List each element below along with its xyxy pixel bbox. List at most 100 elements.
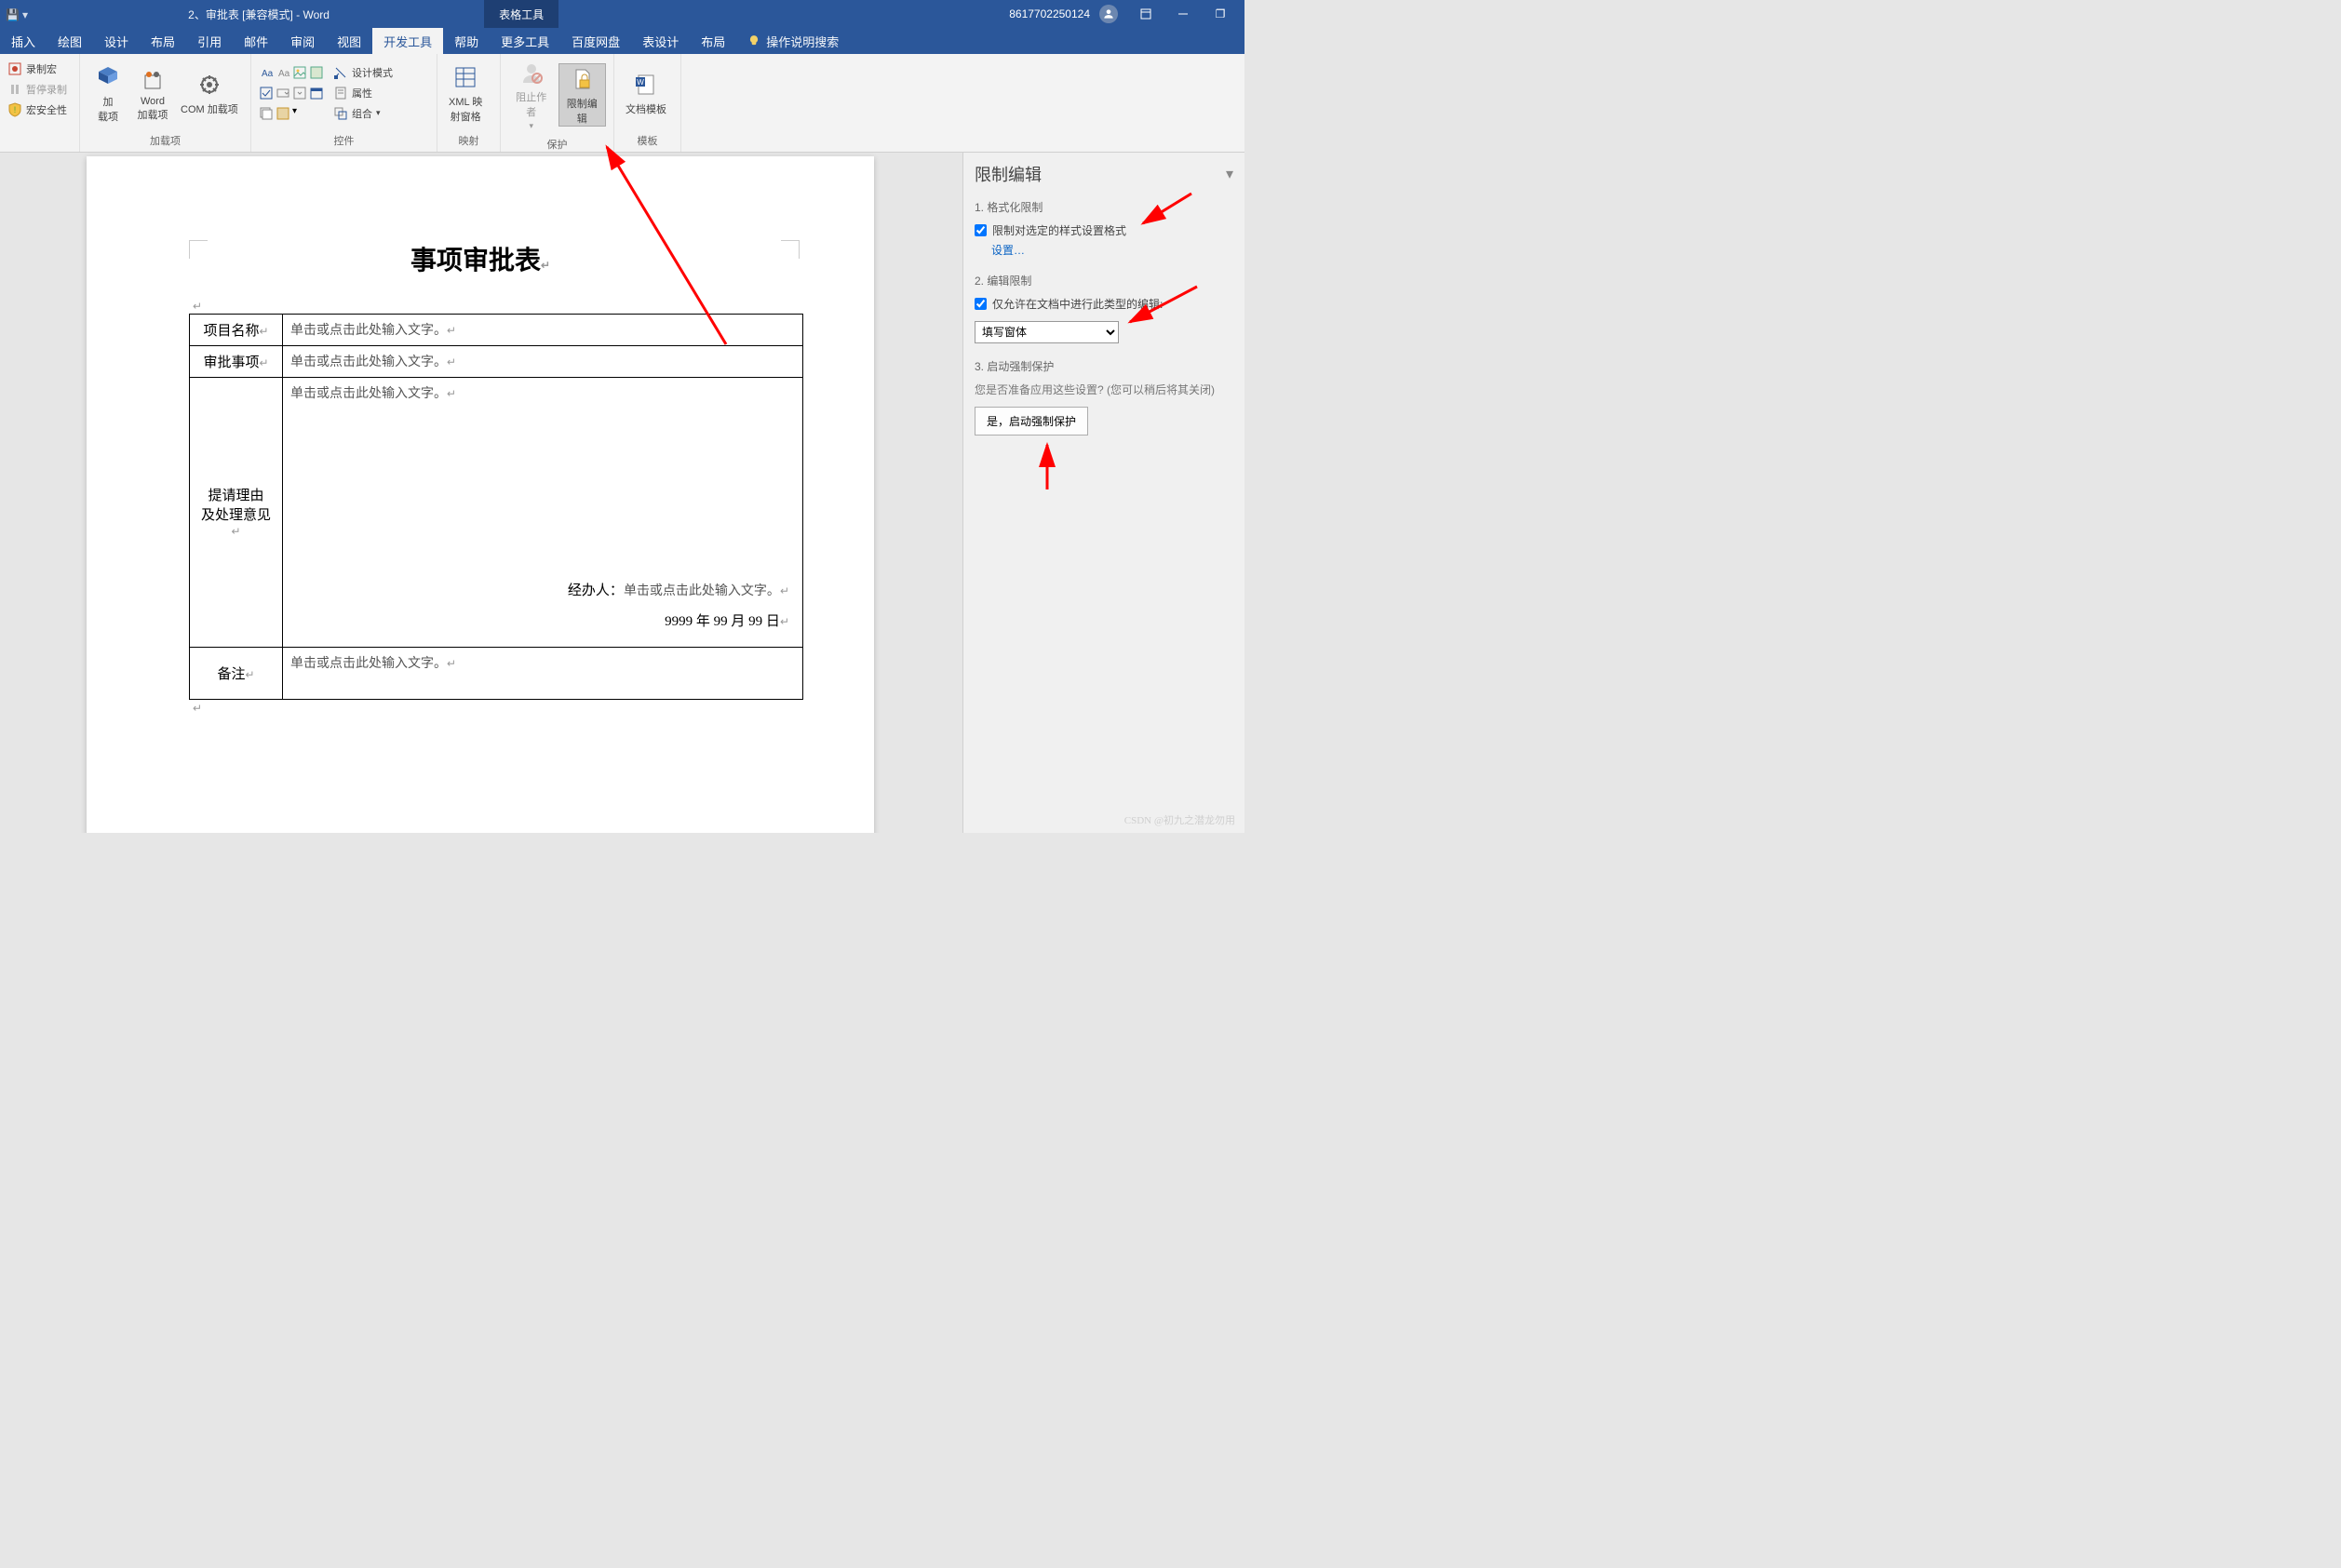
tell-me-search[interactable]: 操作说明搜索 bbox=[736, 28, 839, 54]
restrict-editing-icon bbox=[567, 64, 597, 94]
picture-control-icon[interactable] bbox=[292, 65, 307, 80]
sec1-title: 1. 格式化限制 bbox=[975, 199, 1233, 215]
template-icon: W bbox=[631, 70, 661, 100]
xml-mapping-pane-button[interactable]: XML 映 射窗格 bbox=[445, 62, 486, 124]
document-title: 事项审批表 bbox=[410, 247, 541, 275]
save-icon[interactable]: 💾 bbox=[6, 8, 17, 20]
design-mode-button[interactable]: 设计模式 bbox=[333, 65, 393, 80]
legacy-tools-icon[interactable] bbox=[276, 106, 290, 121]
pause-icon bbox=[7, 82, 22, 97]
properties-button[interactable]: 属性 bbox=[333, 86, 393, 101]
word-addins-button[interactable]: Word 加载项 bbox=[132, 64, 173, 122]
gear-icon bbox=[195, 70, 224, 100]
security-icon: ! bbox=[7, 102, 22, 117]
group-addins-label: 加载项 bbox=[80, 131, 250, 152]
restrict-editing-pane: 限制编辑 ▾ 1. 格式化限制 限制对选定的样式设置格式 设置… 2. 编辑限制… bbox=[962, 153, 1244, 833]
restore-button[interactable]: ❐ bbox=[1202, 0, 1239, 28]
block-authors-button[interactable]: 阻止作者 ▾ bbox=[508, 58, 555, 131]
addin-icon bbox=[93, 62, 123, 92]
row4-label: 备注 bbox=[217, 667, 245, 682]
addins-button[interactable]: 加 载项 bbox=[87, 62, 128, 124]
tab-moretools[interactable]: 更多工具 bbox=[490, 28, 560, 54]
tab-draw[interactable]: 绘图 bbox=[47, 28, 93, 54]
tab-design[interactable]: 设计 bbox=[93, 28, 140, 54]
ribbon-display-button[interactable] bbox=[1127, 0, 1164, 28]
edit-restriction-select[interactable]: 填写窗体 bbox=[975, 321, 1119, 343]
record-macro-button[interactable]: 录制宏 bbox=[7, 61, 57, 76]
avatar-icon[interactable] bbox=[1099, 5, 1118, 23]
tab-developer[interactable]: 开发工具 bbox=[372, 28, 443, 54]
store-icon bbox=[138, 64, 168, 94]
account-name[interactable]: 8617702250124 bbox=[1009, 7, 1090, 20]
tab-mailings[interactable]: 邮件 bbox=[233, 28, 279, 54]
rich-text-control-icon[interactable]: Aa bbox=[259, 65, 274, 80]
sec3-title: 3. 启动强制保护 bbox=[975, 358, 1233, 374]
document-template-button[interactable]: W 文档模板 bbox=[622, 70, 670, 116]
restrict-editing-button[interactable]: 限制编辑 bbox=[558, 63, 607, 127]
format-restriction-checkbox[interactable] bbox=[975, 224, 987, 236]
pause-recording-button[interactable]: 暂停录制 bbox=[7, 82, 67, 97]
tab-view[interactable]: 视图 bbox=[326, 28, 372, 54]
tab-insert[interactable]: 插入 bbox=[0, 28, 47, 54]
document-area[interactable]: 事项审批表↵ ↵ 项目名称↵ 单击或点击此处输入文字。↵ 审批事项↵ 单击或点击… bbox=[0, 153, 961, 833]
tab-references[interactable]: 引用 bbox=[186, 28, 233, 54]
tab-tabledesign[interactable]: 表设计 bbox=[631, 28, 690, 54]
tab-help[interactable]: 帮助 bbox=[443, 28, 490, 54]
start-enforcement-button[interactable]: 是，启动强制保护 bbox=[975, 407, 1088, 436]
tab-review[interactable]: 审阅 bbox=[279, 28, 326, 54]
handler-input[interactable]: 单击或点击此处输入文字。 bbox=[624, 584, 780, 598]
row2-label: 审批事项 bbox=[203, 355, 259, 370]
tab-tablelayout[interactable]: 布局 bbox=[690, 28, 736, 54]
ribbon: 录制宏 暂停录制 ! 宏安全性 . 加 载项 bbox=[0, 54, 1244, 153]
row2-input[interactable]: 单击或点击此处输入文字。 bbox=[290, 355, 447, 369]
date-field[interactable]: 9999 年 99 月 99 日 bbox=[665, 614, 780, 629]
edit-restriction-checkbox[interactable] bbox=[975, 298, 987, 310]
paragraph-mark: ↵ bbox=[193, 702, 202, 715]
record-macro-icon bbox=[7, 61, 22, 76]
qat-dropdown-icon[interactable]: ▾ bbox=[22, 8, 34, 20]
date-control-icon[interactable] bbox=[309, 86, 324, 101]
sec1-settings-link[interactable]: 设置… bbox=[975, 242, 1233, 258]
page: 事项审批表↵ ↵ 项目名称↵ 单击或点击此处输入文字。↵ 审批事项↵ 单击或点击… bbox=[87, 156, 874, 833]
row1-label: 项目名称 bbox=[203, 324, 259, 339]
checkbox-control-icon[interactable] bbox=[259, 86, 274, 101]
menubar: 插入 绘图 设计 布局 引用 邮件 审阅 视图 开发工具 帮助 更多工具 百度网… bbox=[0, 28, 1244, 54]
svg-text:Aa: Aa bbox=[262, 69, 274, 79]
titlebar: 💾 ▾ 2、审批表 [兼容模式] - Word 表格工具 86177022501… bbox=[0, 0, 1244, 28]
sec1-checkbox[interactable]: 限制对选定的样式设置格式 bbox=[975, 222, 1233, 238]
dropdown-control-icon[interactable] bbox=[292, 86, 307, 101]
lightbulb-icon bbox=[747, 34, 760, 47]
row1-input[interactable]: 单击或点击此处输入文字。 bbox=[290, 324, 447, 338]
block-authors-icon bbox=[517, 58, 546, 87]
group-mapping-label: 映射 bbox=[437, 131, 500, 152]
pane-title: 限制编辑 bbox=[975, 162, 1042, 186]
macro-security-button[interactable]: ! 宏安全性 bbox=[7, 102, 67, 117]
group-icon bbox=[333, 106, 348, 121]
repeating-control-icon[interactable] bbox=[259, 106, 274, 121]
plain-text-control-icon[interactable]: Aa bbox=[276, 65, 290, 80]
margin-corner-tr bbox=[781, 240, 800, 259]
design-mode-icon bbox=[333, 65, 348, 80]
handler-label: 经办人： bbox=[568, 583, 624, 598]
margin-corner-tl bbox=[189, 240, 208, 259]
window-title: 2、审批表 [兼容模式] - Word bbox=[34, 7, 484, 22]
contextual-tab-label: 表格工具 bbox=[484, 0, 558, 28]
tab-layout[interactable]: 布局 bbox=[140, 28, 186, 54]
xml-mapping-icon bbox=[451, 62, 480, 92]
row3-label-2: 及处理意见 bbox=[201, 508, 271, 523]
combobox-control-icon[interactable] bbox=[276, 86, 290, 101]
row3-input[interactable]: 单击或点击此处输入文字。 bbox=[290, 387, 447, 401]
tab-baidu[interactable]: 百度网盘 bbox=[560, 28, 631, 54]
minimize-button[interactable] bbox=[1164, 0, 1202, 28]
row4-input[interactable]: 单击或点击此处输入文字。 bbox=[290, 657, 447, 671]
watermark: CSDN @初九之潜龙勿用 bbox=[1124, 812, 1235, 827]
sec2-checkbox[interactable]: 仅允许在文档中进行此类型的编辑: bbox=[975, 296, 1233, 312]
paragraph-mark: ↵ bbox=[193, 300, 202, 313]
group-controls-label: 控件 bbox=[251, 131, 437, 152]
close-pane-icon[interactable]: ▾ bbox=[1226, 165, 1233, 183]
building-block-control-icon[interactable] bbox=[309, 65, 324, 80]
sec3-desc: 您是否准备应用这些设置? (您可以稍后将其关闭) bbox=[975, 382, 1233, 397]
com-addins-button[interactable]: COM 加载项 bbox=[177, 70, 242, 116]
group-button[interactable]: 组合 ▾ bbox=[333, 106, 393, 121]
tell-me-label: 操作说明搜索 bbox=[766, 33, 839, 50]
